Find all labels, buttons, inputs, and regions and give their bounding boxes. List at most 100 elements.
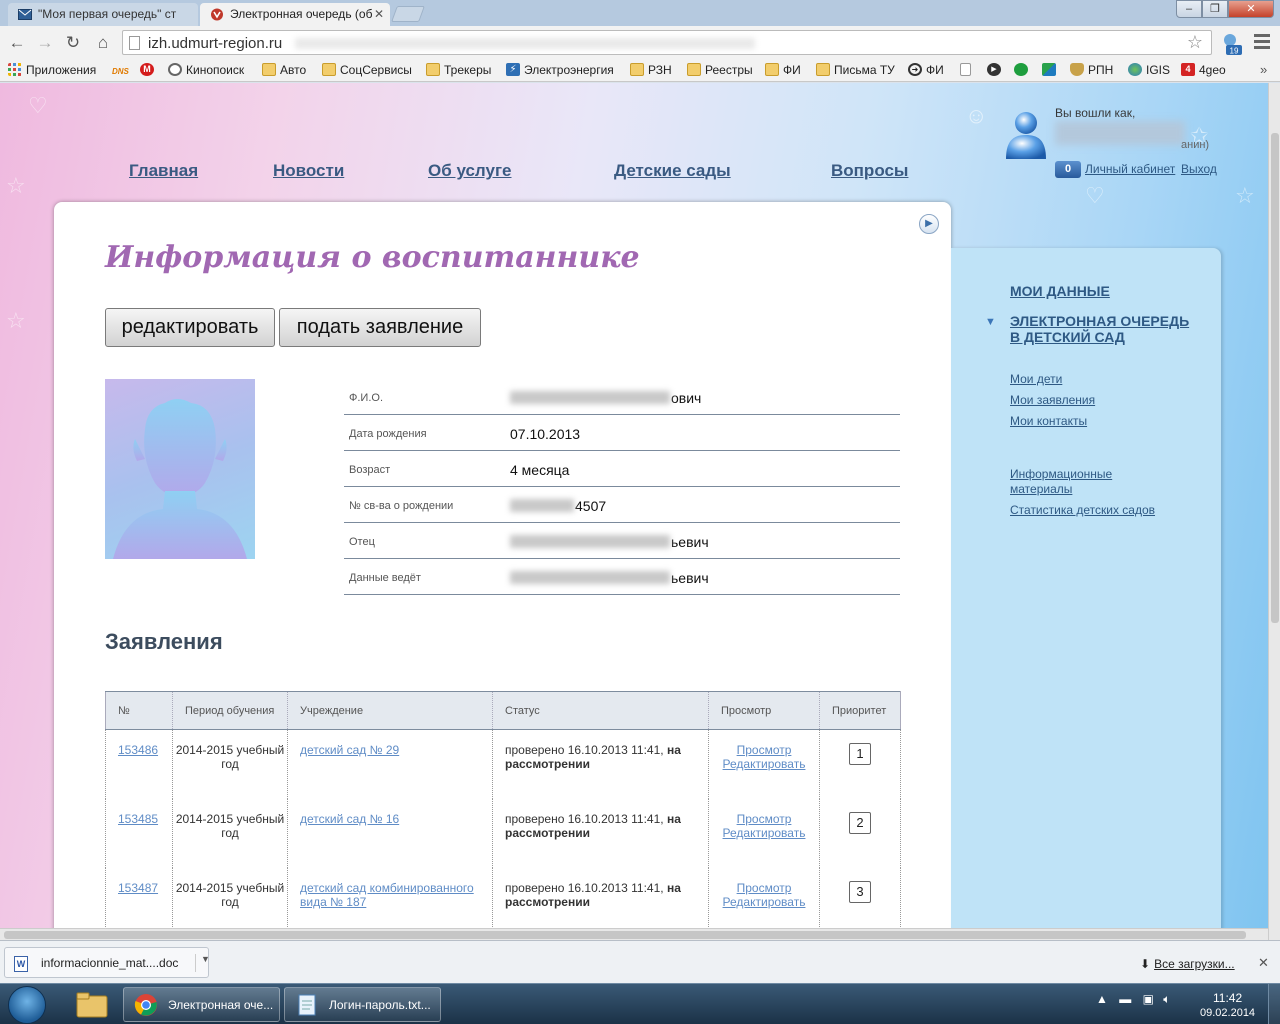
user-avatar-icon — [1006, 112, 1046, 159]
bookmark-fi-link[interactable]: ➜ ФИ — [908, 63, 944, 77]
browser-menu-icon[interactable] — [1254, 34, 1270, 52]
taskbar-notepad-button[interactable]: Логин-пароль.txt... — [284, 987, 441, 1022]
collapse-sidebar-arrow-icon[interactable]: ▶ — [919, 214, 939, 234]
institution-link[interactable]: детский сад № 16 — [300, 812, 399, 826]
reload-icon[interactable]: ↻ — [62, 32, 84, 54]
back-arrow-icon[interactable]: ← — [6, 32, 28, 54]
bookmark-folder-rzn[interactable]: РЗН — [630, 63, 672, 77]
bookmark-igis[interactable]: IGIS — [1128, 63, 1170, 77]
priority-box[interactable]: 2 — [849, 811, 871, 834]
edit-application-link[interactable]: Редактировать — [723, 826, 806, 840]
bookmark-folder-registries[interactable]: Реестры — [687, 63, 753, 77]
start-button[interactable] — [8, 986, 46, 1024]
extension-icon[interactable]: 19 — [1218, 32, 1242, 56]
folder-icon — [426, 63, 440, 76]
language-flag-icon[interactable]: ▬ — [1119, 992, 1131, 1006]
bookmark-dns[interactable]: DNS — [112, 63, 129, 77]
bookmark-label: ФИ — [926, 63, 944, 77]
all-downloads-label: Все загрузки... — [1154, 957, 1235, 971]
edit-application-link[interactable]: Редактировать — [723, 757, 806, 771]
bookmark-apps[interactable]: Приложения — [8, 63, 96, 77]
vertical-scrollbar[interactable] — [1268, 83, 1280, 940]
clock-date[interactable]: 09.02.2014 — [1200, 1007, 1255, 1019]
info-row-birthdate: Дата рождения 07.10.2013 — [344, 415, 900, 451]
download-item[interactable]: W informacionnie_mat....doc ▼ — [4, 947, 210, 978]
close-window-button[interactable]: ✕ — [1228, 0, 1274, 18]
bookmark-kinopoisk[interactable]: Кинопоиск — [168, 63, 244, 77]
vertical-scroll-thumb[interactable] — [1271, 133, 1279, 623]
clock-time[interactable]: 11:42 — [1213, 991, 1242, 1005]
nav-home-link[interactable]: Главная — [129, 161, 198, 181]
address-bar[interactable]: izh.udmurt-region.ru ☆ — [122, 30, 1212, 55]
minimize-window-button[interactable]: – — [1176, 0, 1202, 18]
red-4-icon: 4 — [1181, 63, 1195, 76]
bookmark-label: Авто — [280, 63, 307, 77]
edit-application-link[interactable]: Редактировать — [723, 895, 806, 909]
application-number-link[interactable]: 153487 — [118, 881, 158, 895]
close-downloads-icon[interactable]: ✕ — [1258, 955, 1269, 971]
priority-cell: 2 — [819, 798, 901, 868]
sidebar-my-applications-link[interactable]: Мои заявления — [1010, 393, 1095, 407]
priority-box[interactable]: 3 — [849, 880, 871, 903]
sidebar-my-data-link[interactable]: МОИ ДАННЫЕ — [1010, 283, 1110, 299]
personal-cabinet-link[interactable]: Личный кабинет — [1085, 162, 1175, 176]
bookmark-star-icon[interactable]: ☆ — [1187, 32, 1203, 53]
all-downloads-link[interactable]: ⬇ Все загрузки... — [1140, 957, 1235, 971]
bookmark-folder-socservices[interactable]: СоцСервисы — [322, 63, 412, 77]
sidebar-info-materials-link[interactable]: Информационные материалы — [1010, 467, 1150, 497]
tray-expand-icon[interactable]: ▲ — [1096, 992, 1108, 1006]
institution-link[interactable]: детский сад № 29 — [300, 743, 399, 757]
new-tab-button[interactable] — [391, 6, 425, 22]
logged-in-username-redacted — [1055, 121, 1185, 145]
institution-link[interactable]: детский сад комбинированного вида № 187 — [300, 881, 474, 909]
nav-news-link[interactable]: Новости — [273, 161, 344, 181]
volume-icon[interactable]: 🔈︎ — [1163, 992, 1170, 1006]
priority-box[interactable]: 1 — [849, 743, 871, 765]
view-link[interactable]: Просмотр — [737, 812, 792, 826]
view-link[interactable]: Просмотр — [737, 881, 792, 895]
edit-button[interactable]: редактировать — [105, 308, 275, 347]
bookmark-folder-trackers[interactable]: Трекеры — [426, 63, 491, 77]
network-icon[interactable]: ▣ — [1143, 992, 1154, 1006]
taskbar-button-label: Логин-пароль.txt... — [329, 998, 431, 1012]
browser-tab-mail[interactable]: "Моя первая очередь" ст — [8, 3, 198, 27]
taskbar-explorer-button[interactable] — [70, 987, 112, 1022]
horizontal-scrollbar[interactable] — [0, 928, 1268, 940]
film-reel-icon — [168, 63, 182, 76]
bookmark-4geo[interactable]: 4 4geo — [1181, 63, 1226, 77]
bookmark-folder-auto[interactable]: Авто — [262, 63, 306, 77]
nav-kindergartens-link[interactable]: Детские сады — [614, 161, 731, 181]
application-number-link[interactable]: 153486 — [118, 743, 158, 757]
sidebar-my-children-link[interactable]: Мои дети — [1010, 372, 1062, 386]
bookmark-folder-letters[interactable]: Письма ТУ — [816, 63, 895, 77]
logout-link[interactable]: Выход — [1181, 162, 1217, 176]
download-menu-chevron-icon[interactable]: ▼ — [195, 954, 210, 972]
nav-about-link[interactable]: Об услуге — [428, 161, 512, 181]
bookmark-label: Письма ТУ — [834, 63, 895, 77]
table-row: 153487 2014-2015 учебный год детский сад… — [105, 867, 901, 928]
submit-application-button[interactable]: подать заявление — [279, 308, 481, 347]
messages-count-badge[interactable]: 0 — [1055, 161, 1081, 178]
forward-arrow-icon[interactable]: → — [34, 32, 56, 54]
taskbar-chrome-button[interactable]: Электронная оче... — [123, 987, 280, 1022]
browser-tab-queue[interactable]: Электронная очередь (об ✕ — [200, 3, 390, 27]
bookmark-electro[interactable]: ⚡ Электроэнергия — [506, 63, 614, 77]
close-tab-icon[interactable]: ✕ — [374, 7, 384, 21]
maximize-window-button[interactable]: ❐ — [1202, 0, 1228, 18]
bookmarks-overflow-chevron[interactable]: » — [1260, 62, 1267, 77]
horizontal-scroll-thumb[interactable] — [4, 931, 1246, 939]
bookmark-label: РЗН — [648, 63, 672, 77]
view-link[interactable]: Просмотр — [737, 743, 792, 757]
period-cell: 2014-2015 учебный год — [172, 867, 288, 928]
home-icon[interactable]: ⌂ — [92, 32, 114, 54]
show-desktop-button[interactable] — [1268, 984, 1280, 1024]
bookmark-folder-fi[interactable]: ФИ — [765, 63, 801, 77]
sidebar-queue-link[interactable]: ЭЛЕКТРОННАЯ ОЧЕРЕДЬ В ДЕТСКИЙ САД — [1010, 313, 1190, 345]
bookmark-label: РПН — [1088, 63, 1114, 77]
view-cell: Просмотр Редактировать — [708, 867, 820, 928]
nav-questions-link[interactable]: Вопросы — [831, 161, 908, 181]
sidebar-statistics-link[interactable]: Статистика детских садов — [1010, 503, 1155, 517]
application-number-link[interactable]: 153485 — [118, 812, 158, 826]
bookmark-rpn[interactable]: РПН — [1070, 63, 1113, 77]
sidebar-my-contacts-link[interactable]: Мои контакты — [1010, 414, 1087, 428]
